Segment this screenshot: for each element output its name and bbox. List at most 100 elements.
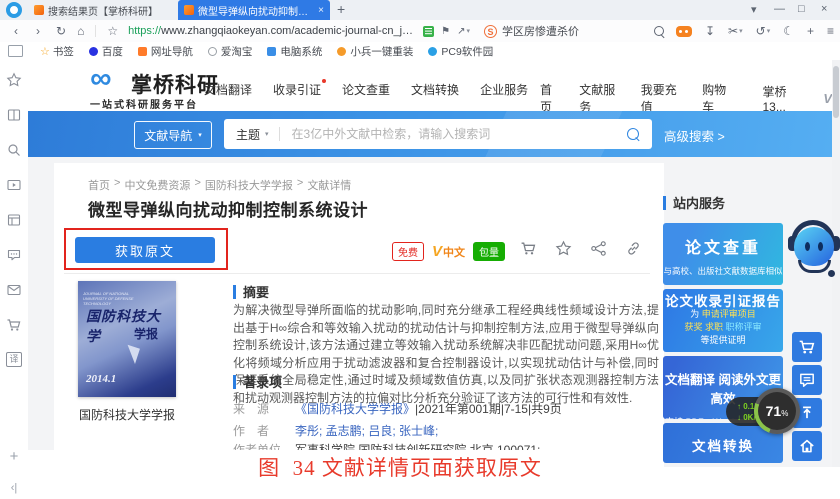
bookmarks-label[interactable]: 书签 <box>53 44 74 59</box>
bookmark-baidu[interactable]: 百度 <box>89 44 123 59</box>
bookmark-pc-system[interactable]: 电脑系统 <box>267 44 322 59</box>
nav-plagiarism-check[interactable]: 论文查重 <box>342 81 390 98</box>
tab-close-icon[interactable]: × <box>318 5 324 16</box>
nav-recharge[interactable]: 我要充值 <box>641 81 685 115</box>
nav-citation-report[interactable]: 收录引证 <box>273 81 321 98</box>
record-value: |2021年第001期|7-15|共9页 <box>415 400 562 417</box>
breadcrumb-home[interactable]: 首页 <box>88 177 110 193</box>
breadcrumb-free-resources[interactable]: 中文免费资源 <box>124 177 190 193</box>
search-icon[interactable] <box>6 142 22 158</box>
tab-search-results[interactable]: 搜索结果页【掌桥科研】 <box>28 0 175 20</box>
search-icon[interactable] <box>654 26 664 36</box>
share-icon[interactable] <box>590 240 607 262</box>
search-input[interactable] <box>290 126 627 142</box>
percent-sign: % <box>781 409 788 418</box>
download-icon[interactable]: ↧ <box>705 21 715 41</box>
journal-cover-image: JOURNAL OF NATIONAL UNIVERSITY OF DEFENS… <box>78 281 176 397</box>
browser-logo-icon[interactable] <box>6 2 22 18</box>
bookmarks-panel-icon[interactable] <box>8 45 23 57</box>
reader-mode-icon[interactable] <box>423 26 434 37</box>
collapse-panel-icon[interactable]: ‹| <box>0 482 28 494</box>
cover-journal-en: JOURNAL OF NATIONAL UNIVERSITY OF DEFENS… <box>83 291 143 306</box>
site-logo-icon[interactable]: ∞ <box>90 62 111 96</box>
float-cart-button[interactable] <box>792 332 822 362</box>
bookmark-star-icon[interactable]: ☆ <box>107 21 118 41</box>
breadcrumb-journal[interactable]: 国防科技大学学报 <box>205 177 293 193</box>
cover-journal-cn2: 学报 <box>134 325 158 342</box>
page-content: 首页> 中文免费资源> 国防科技大学学报> 文献详情 微型导弹纵向扰动抑制控制系… <box>28 157 832 499</box>
tab-title: 搜索结果页【掌桥科研】 <box>48 3 169 18</box>
scrollbar-thumb[interactable] <box>833 66 839 118</box>
url-text: www.zhangqiaokeyan.com/academic-journal-… <box>161 25 416 37</box>
float-feedback-button[interactable] <box>792 365 822 395</box>
maximize-icon[interactable]: □ <box>798 3 805 15</box>
nav-home[interactable]: 首页 <box>540 81 562 115</box>
minimize-icon[interactable]: — <box>774 3 785 15</box>
account-name[interactable]: 掌桥13... <box>762 83 806 114</box>
advanced-search-link[interactable]: 高级搜索 > <box>664 126 725 145</box>
link-icon[interactable] <box>625 240 642 262</box>
flag-icon[interactable]: ⚑ <box>441 26 450 37</box>
nav-cart[interactable]: 购物车 <box>702 81 735 115</box>
screenshot-scissors-icon[interactable]: ✂ <box>728 21 738 41</box>
add-to-cart-icon[interactable] <box>520 240 537 262</box>
mascot-eye <box>818 242 823 251</box>
translate-icon[interactable]: 译 <box>6 352 22 367</box>
home-icon[interactable]: ⌂ <box>77 21 84 41</box>
address-bar[interactable]: https://www.zhangqiaokeyan.com/academic-… <box>128 25 470 37</box>
sogou-hotword-icon[interactable]: S <box>484 25 497 38</box>
game-center-icon[interactable] <box>676 26 692 37</box>
reading-list-icon[interactable] <box>6 107 22 123</box>
literature-nav-button[interactable]: 文献导航▾ <box>134 121 212 149</box>
chevron-down-icon[interactable]: ▾ <box>767 27 771 35</box>
journal-link[interactable]: 《国防科技大学学报》 <box>295 400 415 417</box>
chevron-down-icon[interactable]: ▾ <box>739 27 743 35</box>
package-badge: 包量 <box>473 242 505 261</box>
capture-icon[interactable] <box>6 212 22 228</box>
nav-enterprise[interactable]: 企业服务 <box>480 81 528 98</box>
badge-row: 免费 V中文 包量 <box>392 242 505 261</box>
night-mode-icon[interactable]: ☾ <box>783 21 794 41</box>
search-scope-select[interactable]: 主题▾ <box>236 126 269 143</box>
bookmark-reinstall[interactable]: 小兵一键重装 <box>337 44 413 59</box>
nav-doc-translate[interactable]: 文档翻译 <box>204 81 252 98</box>
breadcrumb: 首页> 中文免费资源> 国防科技大学学报> 文献详情 <box>88 177 351 193</box>
chat-icon[interactable] <box>6 247 22 263</box>
new-tab-button[interactable]: + <box>337 1 345 17</box>
close-icon[interactable]: × <box>821 3 827 15</box>
bookmark-nav[interactable]: 网址导航 <box>138 44 193 59</box>
section-bar <box>233 375 236 389</box>
nav-doc-convert[interactable]: 文档转换 <box>411 81 459 98</box>
record-label: 作 者 <box>233 422 295 439</box>
mail-icon[interactable] <box>6 282 22 298</box>
send-page-icon[interactable]: ↗ <box>457 26 465 37</box>
customer-service-mascot[interactable] <box>786 220 840 292</box>
chevron-down-icon[interactable]: ▾ <box>466 27 470 35</box>
breadcrumb-sep: > <box>194 177 200 193</box>
search-submit-icon[interactable] <box>627 128 639 140</box>
tab-title: 微型导弹纵向扰动抑制控制系统设计 <box>198 3 313 18</box>
forward-icon[interactable]: › <box>36 21 40 41</box>
tab-favicon <box>34 5 44 15</box>
video-icon[interactable] <box>6 177 22 193</box>
service-card-plagiarism[interactable]: 论文查重 与高校、出版社文献数据库相似 <box>663 223 783 285</box>
bookmark-pc9[interactable]: PC9软件园 <box>428 44 493 59</box>
browser-toolbar: ‹ › ↻ ⌂ ☆ https://www.zhangqiaokeyan.com… <box>0 20 840 43</box>
refresh-icon[interactable]: ↻ <box>56 21 66 41</box>
menu-icon[interactable]: ≡ <box>827 21 834 41</box>
tab-article-active[interactable]: 微型导弹纵向扰动抑制控制系统设计 × <box>178 0 330 20</box>
favorite-star-icon[interactable] <box>555 240 572 262</box>
add-extension-icon[interactable]: + <box>807 21 814 41</box>
abstract-section-header: 摘要 <box>233 282 269 301</box>
favorites-icon[interactable] <box>6 72 22 88</box>
back-icon[interactable]: ‹ <box>14 21 18 41</box>
author-links[interactable]: 李彤; 孟志鹏; 吕良; 张士峰; <box>295 422 438 439</box>
history-undo-icon[interactable]: ↺ <box>756 21 766 41</box>
tab-list-icon[interactable]: ▾ <box>751 3 757 16</box>
hotword-link[interactable]: 学区房惨遭杀价 <box>502 23 579 39</box>
nav-literature-service[interactable]: 文献服务 <box>579 81 623 115</box>
tab-bar: 搜索结果页【掌桥科研】 微型导弹纵向扰动抑制控制系统设计 × + ▾ — □ × <box>0 0 840 20</box>
service-card-citation-report[interactable]: 论文收录引证报告 为 申请评审项目 获奖 求职 职称评审 等提供证明 <box>663 289 783 352</box>
memory-usage-ring: 71 % <box>754 388 800 434</box>
bookmark-taobao[interactable]: 爱淘宝 <box>208 44 253 59</box>
